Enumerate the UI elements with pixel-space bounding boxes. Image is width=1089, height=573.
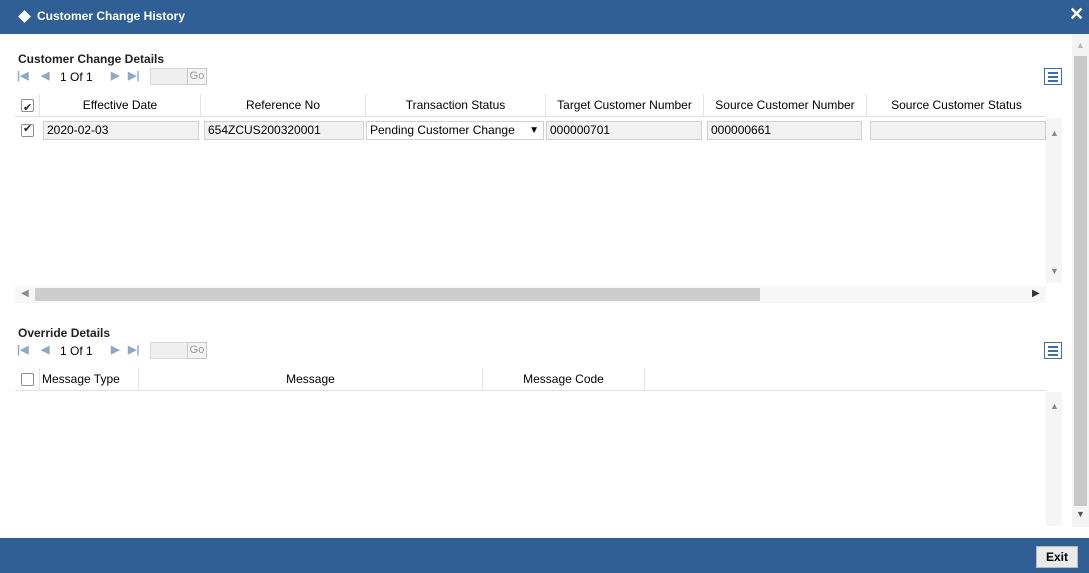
effective-date-field[interactable]: 2020-02-03 <box>43 121 199 140</box>
grid-header: Message Type Message Message Code <box>15 368 1046 391</box>
dialog-footer: Exit <box>0 538 1089 573</box>
prev-page-icon[interactable]: ◀ <box>41 343 49 356</box>
go-button[interactable]: Go <box>187 68 207 85</box>
grid-header: Effective Date Reference No Transaction … <box>15 94 1046 120</box>
window-title: Customer Change History <box>37 9 186 23</box>
source-customer-number-field[interactable]: 000000661 <box>707 121 862 140</box>
first-page-icon[interactable]: |◀ <box>17 343 29 356</box>
col-reference-no[interactable]: Reference No <box>201 94 366 117</box>
col-message-type[interactable]: Message Type <box>40 368 139 391</box>
scroll-down-icon[interactable]: ▼ <box>1076 509 1085 519</box>
diamond-icon <box>18 10 31 23</box>
prev-page-icon[interactable]: ◀ <box>41 69 49 82</box>
scroll-left-icon[interactable]: ◀ <box>21 288 29 299</box>
window-titlebar: Customer Change History ✕ <box>0 0 1089 34</box>
columns-list-icon[interactable] <box>1044 68 1062 85</box>
table-row[interactable]: 2020-02-03 654ZCUS200320001 Pending Cust… <box>15 118 1046 142</box>
col-transaction-status[interactable]: Transaction Status <box>366 94 546 117</box>
dropdown-arrow-icon: ▼ <box>529 125 539 136</box>
next-page-icon[interactable]: ▶ <box>111 69 119 82</box>
page-info: 1 Of 1 <box>60 70 93 84</box>
select-all-checkbox[interactable] <box>21 97 34 120</box>
scroll-down-icon[interactable]: ▼ <box>1050 266 1059 276</box>
customer-change-section-title: Customer Change Details <box>18 52 165 66</box>
source-customer-status-field[interactable] <box>870 121 1046 140</box>
go-button[interactable]: Go <box>187 342 207 359</box>
transaction-status-select[interactable]: Pending Customer Change ▼ <box>366 121 544 140</box>
customer-change-pager: |◀ ◀ 1 Of 1 ▶ ▶| Go <box>15 67 1065 87</box>
last-page-icon[interactable]: ▶| <box>128 69 140 82</box>
col-source-customer-number[interactable]: Source Customer Number <box>704 94 867 117</box>
override-section-title: Override Details <box>18 326 111 340</box>
columns-list-icon[interactable] <box>1044 342 1062 359</box>
grid-vertical-scrollbar[interactable]: ▲ <box>1046 392 1062 526</box>
scroll-up-icon[interactable]: ▲ <box>1076 40 1085 50</box>
page-info: 1 Of 1 <box>60 344 93 358</box>
select-all-checkbox[interactable] <box>21 373 34 386</box>
grid-horizontal-scrollbar[interactable]: ◀ ▶ <box>15 286 1046 303</box>
col-target-customer-number[interactable]: Target Customer Number <box>546 94 704 117</box>
scroll-up-icon[interactable]: ▲ <box>1050 128 1059 138</box>
target-customer-number-field[interactable]: 000000701 <box>546 121 702 140</box>
scroll-thumb[interactable] <box>1074 56 1087 506</box>
col-effective-date[interactable]: Effective Date <box>40 94 201 117</box>
first-page-icon[interactable]: |◀ <box>17 69 29 82</box>
row-checkbox[interactable] <box>21 122 34 137</box>
close-icon[interactable]: ✕ <box>1069 4 1084 24</box>
last-page-icon[interactable]: ▶| <box>128 343 140 356</box>
col-message-code[interactable]: Message Code <box>483 368 645 391</box>
override-grid: Message Type Message Message Code ▲ <box>15 368 1062 526</box>
scroll-up-icon[interactable]: ▲ <box>1050 401 1059 411</box>
scroll-right-icon[interactable]: ▶ <box>1032 288 1040 299</box>
dialog-scrollbar[interactable]: ▲ ▼ <box>1072 34 1089 527</box>
grid-vertical-scrollbar[interactable]: ▲ ▼ <box>1046 118 1062 283</box>
override-pager: |◀ ◀ 1 Of 1 ▶ ▶| Go <box>15 341 1065 361</box>
col-message[interactable]: Message <box>139 368 483 391</box>
col-source-customer-status[interactable]: Source Customer Status <box>867 94 1046 117</box>
transaction-status-value: Pending Customer Change <box>370 123 515 137</box>
next-page-icon[interactable]: ▶ <box>111 343 119 356</box>
scroll-thumb[interactable] <box>35 288 760 301</box>
customer-change-grid: Effective Date Reference No Transaction … <box>15 94 1062 308</box>
reference-no-field[interactable]: 654ZCUS200320001 <box>204 121 364 140</box>
exit-button[interactable]: Exit <box>1036 546 1078 568</box>
